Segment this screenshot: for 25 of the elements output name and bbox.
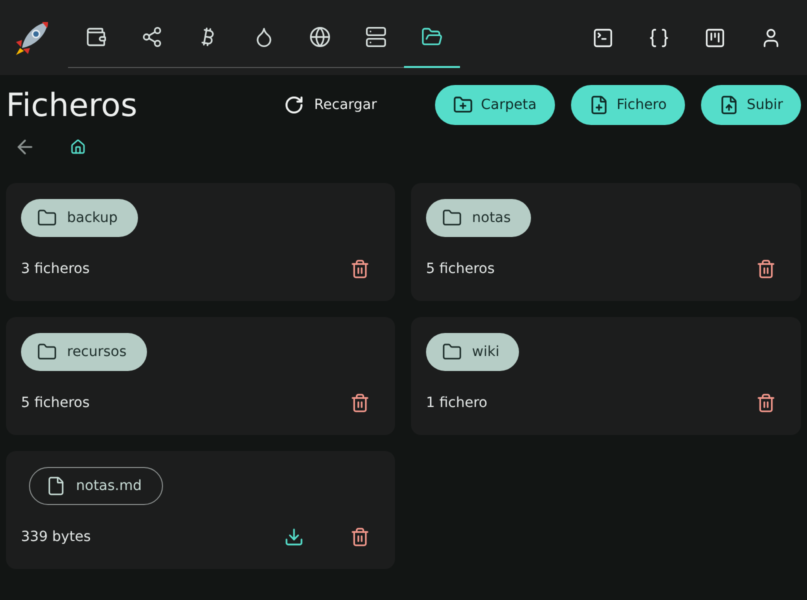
item-size: 3 ficheros [21, 261, 91, 277]
folder-chip[interactable]: recursos [21, 333, 147, 371]
folder-chip[interactable]: backup [21, 199, 138, 237]
folder-chip[interactable]: wiki [426, 333, 520, 371]
file-upload-icon [718, 95, 739, 115]
item-size: 5 ficheros [21, 395, 91, 411]
folder-icon [37, 342, 57, 362]
folder-icon [442, 208, 462, 228]
item-size: 5 ficheros [426, 261, 496, 277]
reload-button[interactable]: Recargar [280, 89, 381, 121]
page-title: Ficheros [6, 86, 138, 124]
new-folder-button[interactable]: Carpeta [434, 85, 555, 125]
item-size: 1 fichero [426, 395, 488, 411]
folder-icon [37, 208, 57, 228]
new-file-button[interactable]: Fichero [570, 85, 685, 125]
item-size: 339 bytes [21, 529, 92, 545]
home-icon[interactable] [70, 139, 86, 155]
file-plus-icon [588, 95, 609, 115]
folder-chip[interactable]: notas [426, 199, 531, 237]
file-icon [46, 476, 66, 496]
folder-icon [442, 342, 462, 362]
file-chip[interactable]: notas.md [29, 467, 163, 505]
folder-plus-icon [452, 95, 473, 115]
upload-button[interactable]: Subir [700, 85, 801, 125]
reload-icon [284, 95, 304, 115]
